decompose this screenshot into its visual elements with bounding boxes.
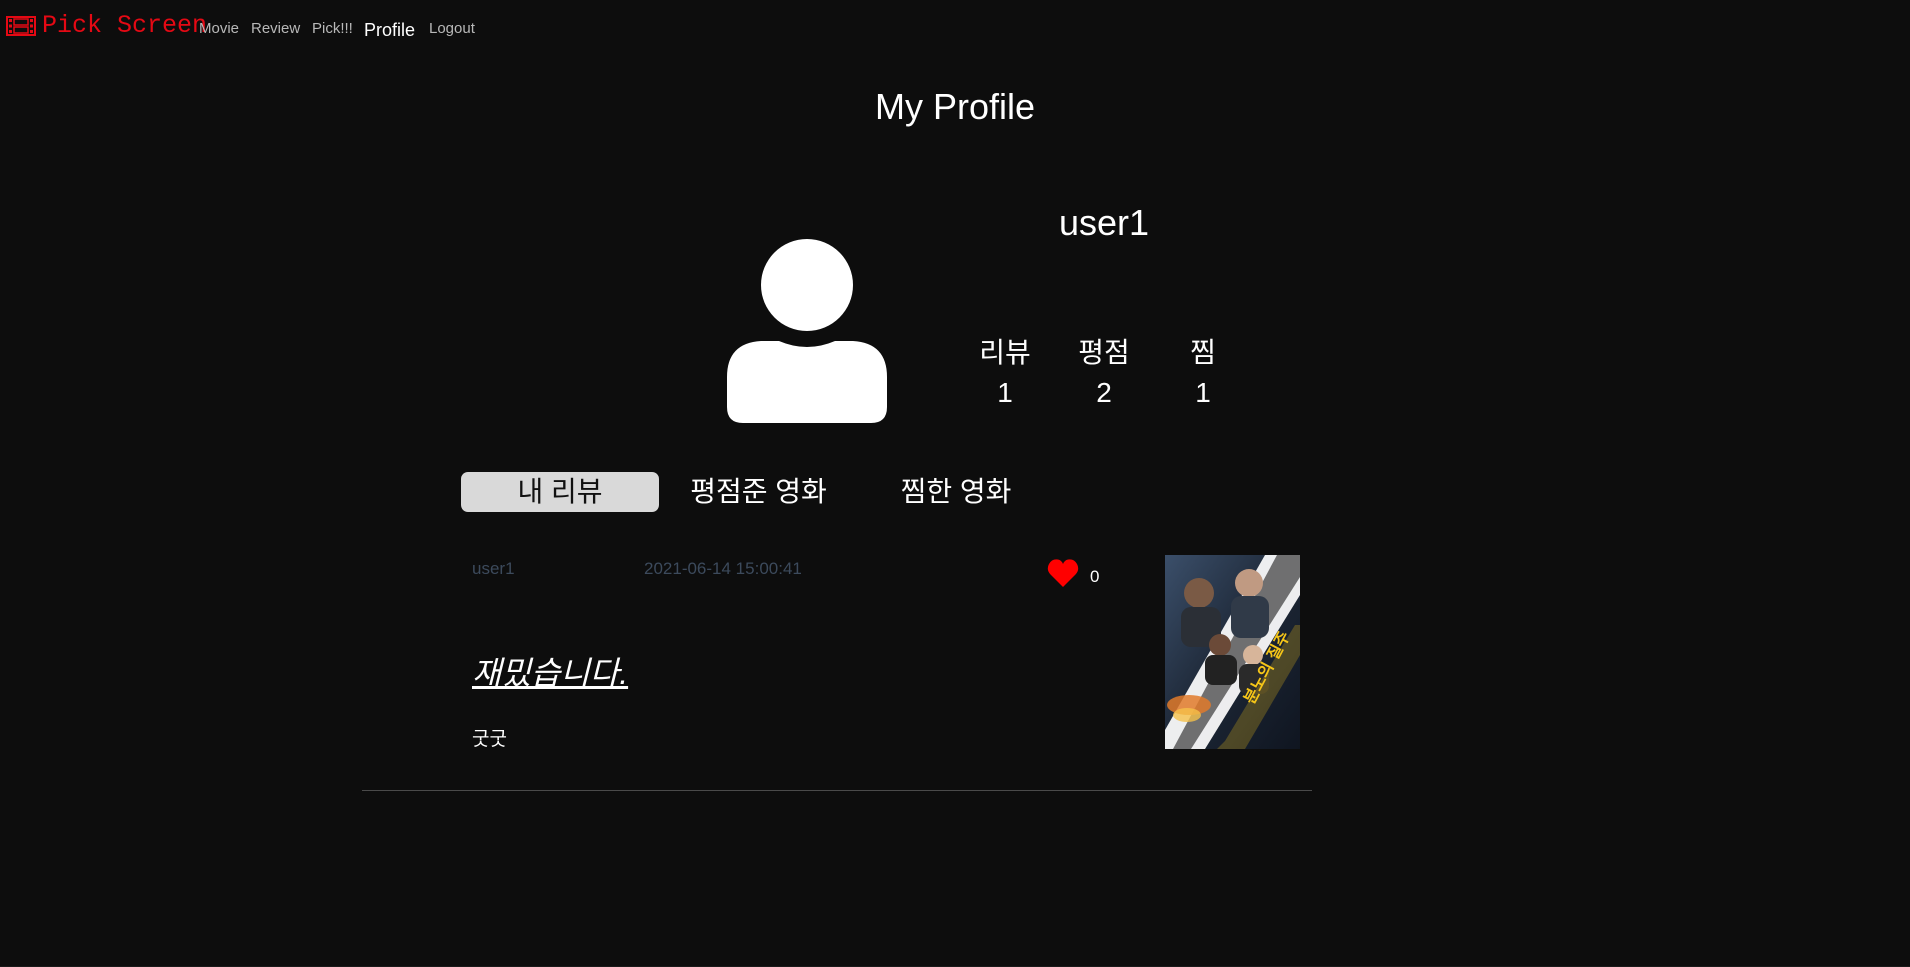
nav-link-movie[interactable]: Movie bbox=[199, 20, 239, 37]
stat-reviews-label: 리뷰 bbox=[979, 337, 1031, 368]
stat-wishlist-value: 1 bbox=[1195, 377, 1211, 408]
stat-wishlist-label: 찜 bbox=[1190, 337, 1216, 368]
user-silhouette-icon bbox=[727, 239, 887, 423]
nav-link-profile[interactable]: Profile bbox=[364, 20, 415, 41]
tab-my-reviews[interactable]: 내 리뷰 bbox=[461, 472, 659, 512]
stat-reviews: 리뷰 1 bbox=[965, 335, 1045, 411]
heart-icon[interactable] bbox=[1047, 558, 1079, 588]
brand-name: Pick Screen bbox=[42, 11, 208, 40]
brand-logo-link[interactable]: Pick Screen bbox=[6, 11, 207, 40]
movie-poster-image: 분노의 질주 bbox=[1165, 555, 1300, 749]
page-title: My Profile bbox=[874, 86, 1036, 127]
nav-link-pick[interactable]: Pick!!! bbox=[312, 20, 353, 37]
profile-username: user1 bbox=[1058, 202, 1150, 243]
film-icon bbox=[6, 15, 36, 36]
top-navbar: Pick Screen Movie Review Pick!!! Profile… bbox=[0, 0, 1910, 56]
review-card: user1 2021-06-14 15:00:41 0 분노의 질주 재밌습니다… bbox=[362, 540, 1312, 791]
nav-link-review[interactable]: Review bbox=[251, 20, 300, 37]
stat-reviews-value: 1 bbox=[997, 377, 1013, 408]
review-title-link[interactable]: 재밌습니다. bbox=[472, 648, 628, 694]
stat-ratings-value: 2 bbox=[1096, 377, 1112, 408]
review-body: 굿굿 bbox=[472, 729, 507, 750]
stat-ratings-label: 평점 bbox=[1078, 337, 1130, 368]
review-author: user1 bbox=[472, 559, 515, 578]
stat-ratings: 평점 2 bbox=[1064, 335, 1144, 411]
tab-rated-movies[interactable]: 평점준 영화 bbox=[662, 472, 855, 512]
tab-wishlist-movies[interactable]: 찜한 영화 bbox=[858, 472, 1054, 512]
stat-wishlist: 찜 1 bbox=[1163, 335, 1243, 411]
review-date: 2021-06-14 15:00:41 bbox=[644, 559, 802, 578]
movie-poster[interactable]: 분노의 질주 bbox=[1165, 555, 1300, 749]
like-count: 0 bbox=[1090, 567, 1100, 586]
nav-link-logout[interactable]: Logout bbox=[429, 20, 475, 37]
